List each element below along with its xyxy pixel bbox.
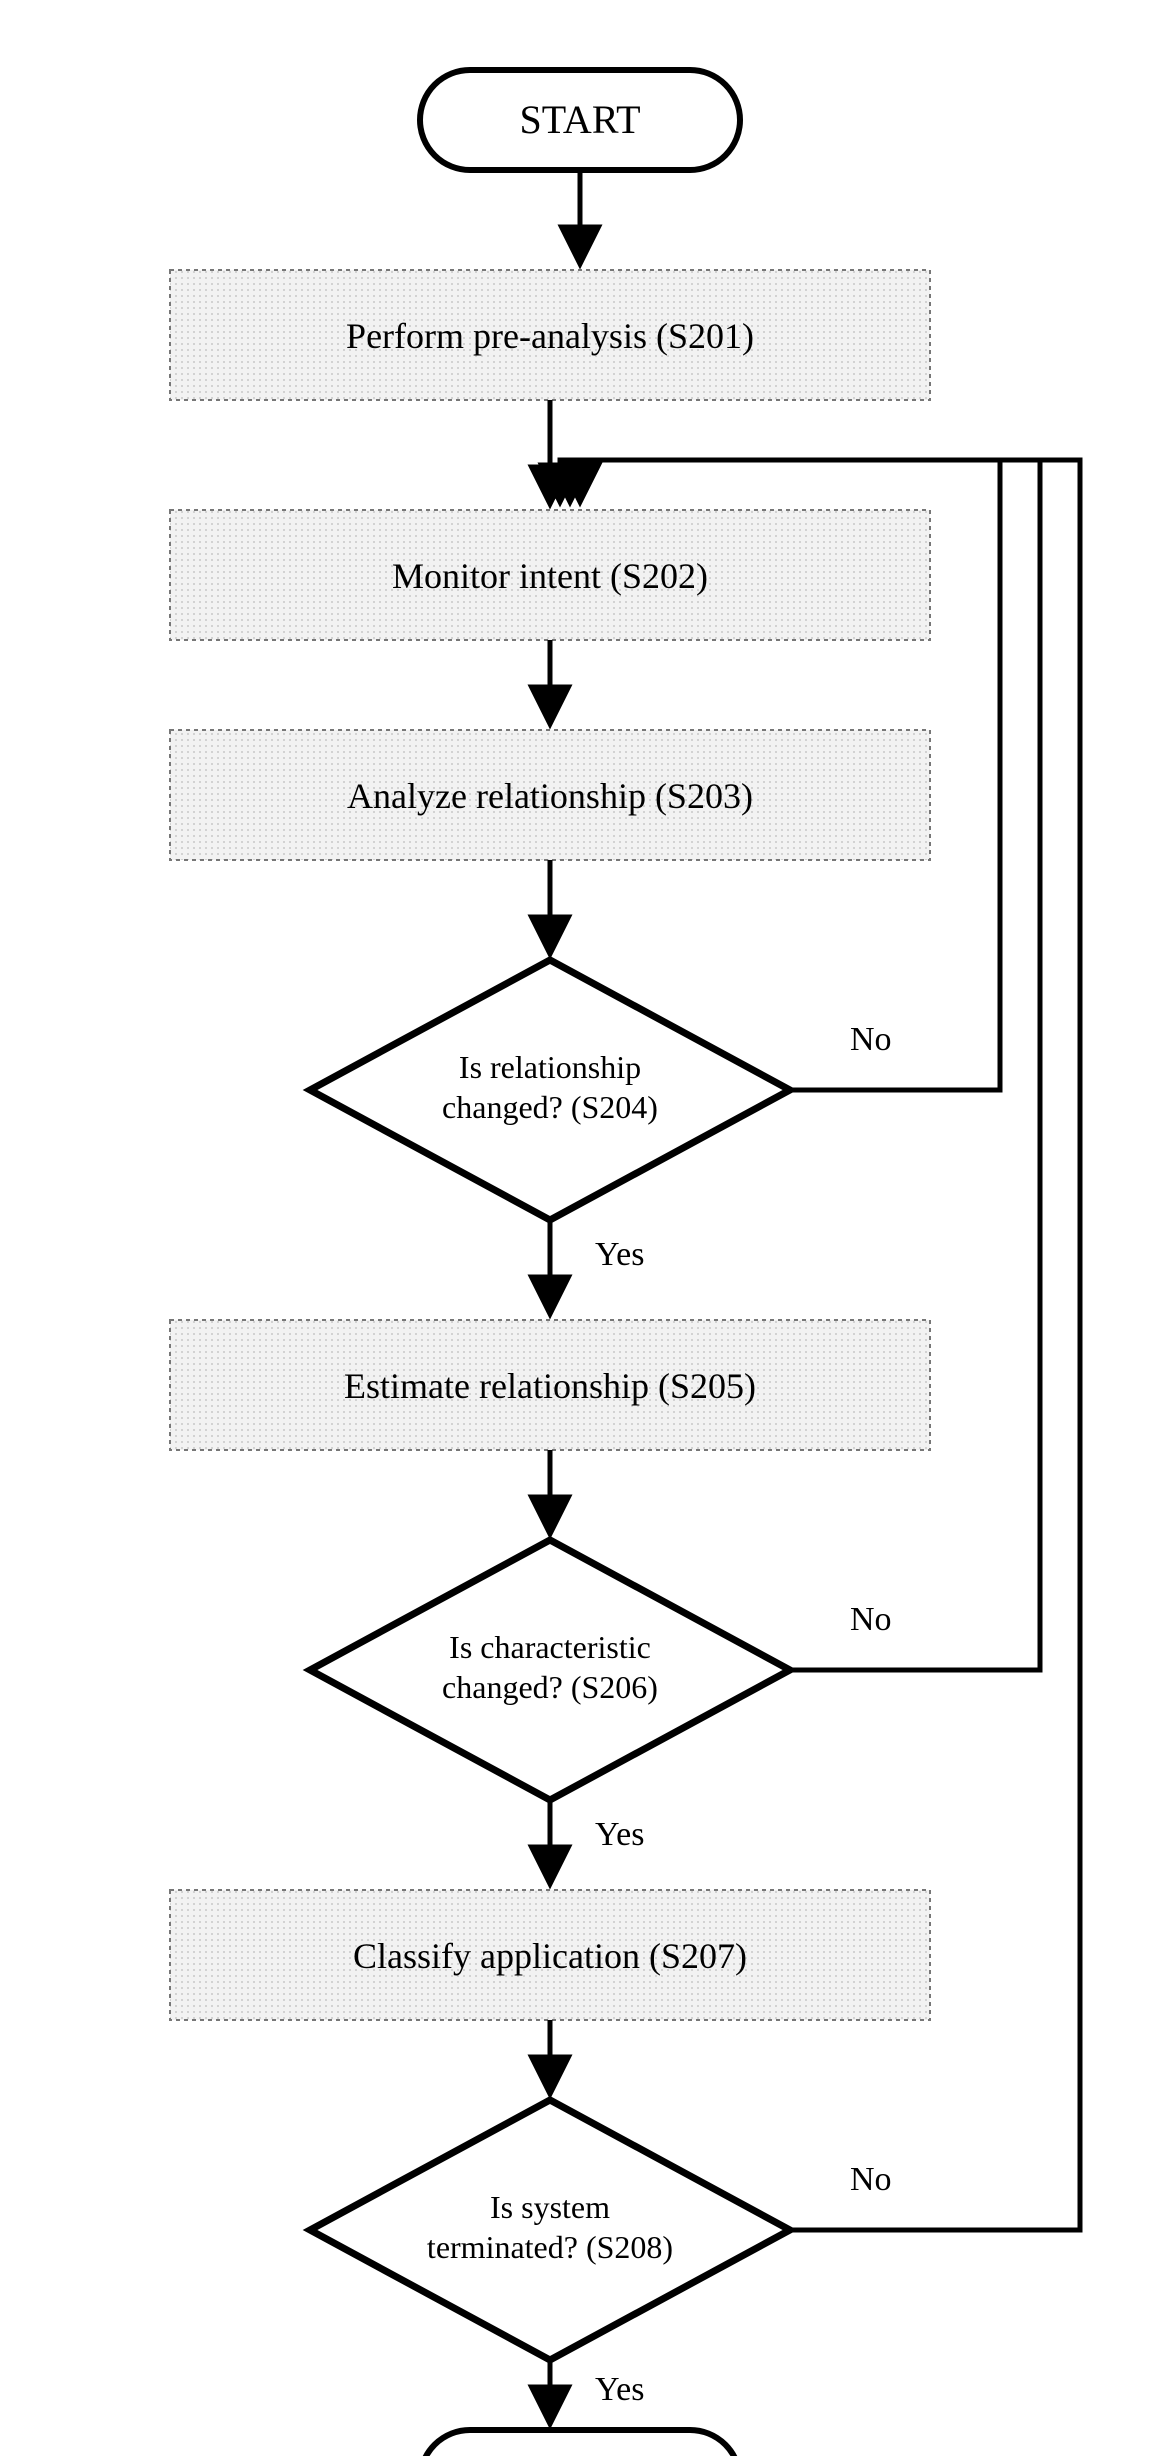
edge-s204-s205: Yes <box>550 1220 644 1312</box>
edge-s206-s207: Yes <box>550 1800 644 1882</box>
node-s205-label: Estimate relationship (S205) <box>344 1366 756 1406</box>
node-s206: Is characteristic changed? (S206) <box>310 1540 790 1800</box>
node-s202: Monitor intent (S202) <box>170 510 930 640</box>
node-s206-line2: changed? (S206) <box>442 1669 658 1705</box>
node-s208: Is system terminated? (S208) <box>310 2100 790 2360</box>
node-s204-line2: changed? (S204) <box>442 1089 658 1125</box>
node-s206-line1: Is characteristic <box>449 1629 651 1665</box>
node-s205: Estimate relationship (S205) <box>170 1320 930 1450</box>
edge-s206-yes-label: Yes <box>595 1816 644 1853</box>
node-s204-line1: Is relationship <box>459 1049 641 1085</box>
node-start-label: START <box>519 97 640 142</box>
node-s201: Perform pre-analysis (S201) <box>170 270 930 400</box>
node-s208-line1: Is system <box>490 2189 610 2225</box>
edge-s204-no-label: No <box>850 1021 892 1058</box>
node-s202-label: Monitor intent (S202) <box>392 556 708 596</box>
node-start: START <box>420 70 740 170</box>
node-s203: Analyze relationship (S203) <box>170 730 930 860</box>
edge-s204-yes-label: Yes <box>595 1236 644 1273</box>
edge-s208-end: Yes <box>550 2360 644 2422</box>
edge-s206-no-label: No <box>850 1601 892 1638</box>
flowchart-canvas: START Perform pre-analysis (S201) Monito… <box>0 0 1161 2456</box>
edge-s208-no-label: No <box>850 2161 892 2198</box>
node-end: END <box>420 2430 740 2456</box>
node-s204: Is relationship changed? (S204) <box>310 960 790 1220</box>
node-s207-label: Classify application (S207) <box>353 1936 747 1976</box>
node-s203-label: Analyze relationship (S203) <box>347 776 753 816</box>
node-s207: Classify application (S207) <box>170 1890 930 2020</box>
node-s208-line2: terminated? (S208) <box>427 2229 673 2265</box>
edge-s208-yes-label: Yes <box>595 2371 644 2408</box>
node-s201-label: Perform pre-analysis (S201) <box>346 316 754 356</box>
